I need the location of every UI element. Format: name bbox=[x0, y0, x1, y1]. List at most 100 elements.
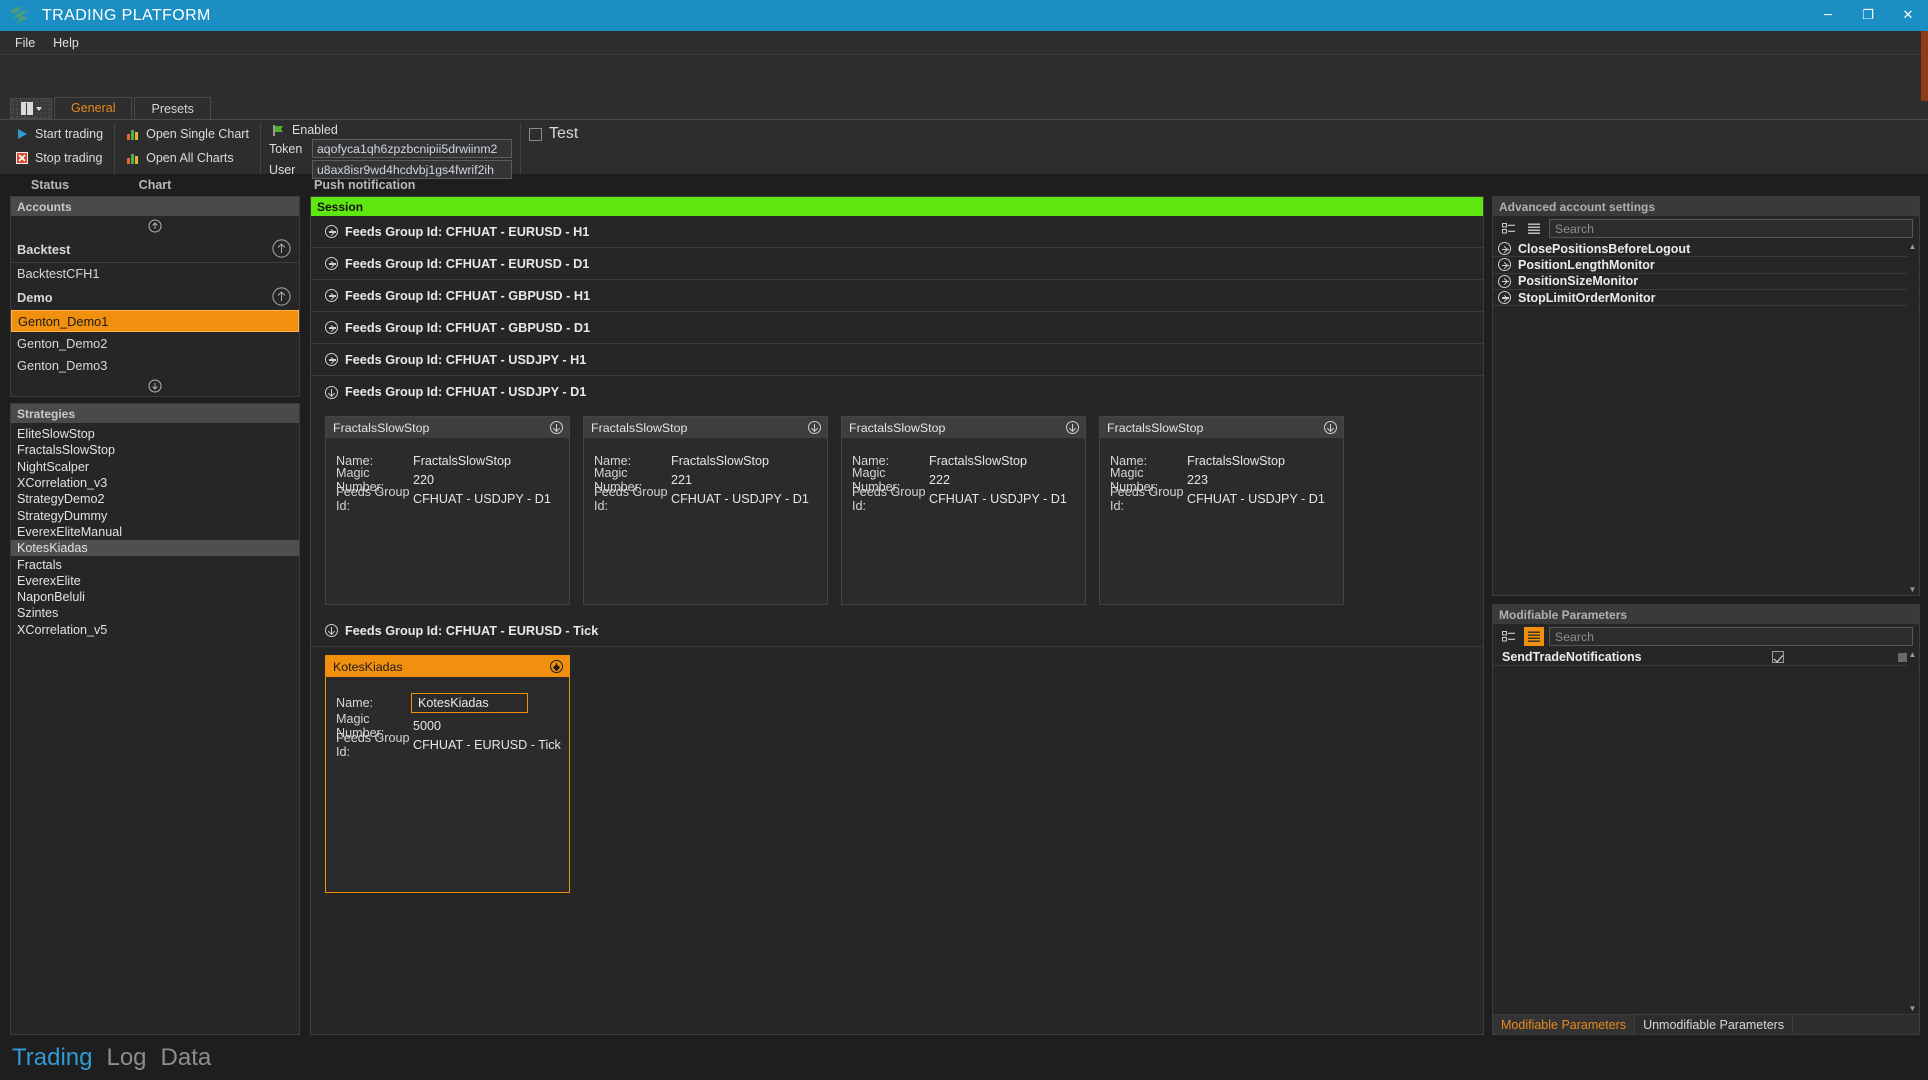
account-item-genton-demo3[interactable]: Genton_Demo3 bbox=[11, 354, 299, 376]
strategy-item[interactable]: NaponBeluli bbox=[11, 589, 299, 605]
modifiable-search-input[interactable] bbox=[1549, 627, 1913, 646]
open-chart-arrow-icon[interactable] bbox=[272, 239, 291, 261]
open-all-charts-button[interactable]: Open All Charts bbox=[123, 147, 252, 169]
close-button[interactable]: ✕ bbox=[1888, 0, 1928, 31]
open-single-chart-button[interactable]: Open Single Chart bbox=[123, 123, 252, 145]
strategy-card-koteskiadas[interactable]: KotesKiadas Name: KotesKiadas Magic Numb… bbox=[325, 655, 570, 893]
strategy-card-body: Name: FractalsSlowStop Magic Number: 221… bbox=[584, 438, 827, 604]
category-view-icon[interactable] bbox=[1499, 219, 1519, 238]
strategy-item[interactable]: StrategyDemo2 bbox=[11, 491, 299, 507]
minimize-button[interactable]: ─ bbox=[1808, 0, 1848, 31]
scroll-up-icon[interactable]: ▲ bbox=[1907, 649, 1918, 660]
tab-presets[interactable]: Presets bbox=[134, 97, 211, 119]
bottom-tab-data[interactable]: Data bbox=[161, 1044, 212, 1072]
strategy-card-header[interactable]: FractalsSlowStop bbox=[1100, 417, 1343, 438]
collapse-down-icon[interactable] bbox=[550, 421, 563, 434]
feed-group-row[interactable]: Feeds Group Id: CFHUAT - GBPUSD - H1 bbox=[311, 280, 1483, 312]
stop-trading-button[interactable]: Stop trading bbox=[12, 147, 106, 169]
account-item-backtest[interactable]: Backtest bbox=[11, 236, 299, 262]
collapse-down-icon[interactable] bbox=[325, 624, 338, 637]
strategy-item-koteskiadas[interactable]: KotesKiadas bbox=[11, 540, 299, 557]
token-input[interactable] bbox=[311, 139, 512, 158]
advanced-vertical-scrollbar[interactable]: ▲ ▼ bbox=[1907, 241, 1918, 595]
collapse-down-icon[interactable] bbox=[808, 421, 821, 434]
test-checkbox[interactable] bbox=[528, 127, 542, 141]
collapse-down-icon[interactable] bbox=[1066, 421, 1079, 434]
expand-right-icon[interactable] bbox=[325, 289, 338, 302]
expand-right-icon[interactable] bbox=[325, 321, 338, 334]
advanced-setting-row[interactable]: StopLimitOrderMonitor bbox=[1493, 290, 1919, 307]
start-trading-button[interactable]: Start trading bbox=[12, 123, 106, 145]
account-item-demo[interactable]: Demo bbox=[11, 284, 299, 310]
strategy-card[interactable]: FractalsSlowStop Name: FractalsSlowStop … bbox=[583, 416, 828, 605]
advanced-setting-row[interactable]: PositionLengthMonitor bbox=[1493, 257, 1919, 274]
window-scroll-indicator[interactable] bbox=[1921, 31, 1928, 101]
strategy-item[interactable]: NightScalper bbox=[11, 459, 299, 475]
scroll-down-icon[interactable]: ▼ bbox=[1907, 1003, 1918, 1014]
feed-group-row[interactable]: Feeds Group Id: CFHUAT - EURUSD - D1 bbox=[311, 248, 1483, 280]
strategy-card[interactable]: FractalsSlowStop Name: FractalsSlowStop … bbox=[1099, 416, 1344, 605]
advanced-search-input[interactable] bbox=[1549, 219, 1913, 238]
collapse-down-icon[interactable] bbox=[550, 660, 563, 673]
bottom-tab-log[interactable]: Log bbox=[106, 1044, 146, 1072]
account-item-backtestcfh1[interactable]: BacktestCFH1 bbox=[11, 262, 299, 284]
bottom-tab-trading[interactable]: Trading bbox=[12, 1044, 92, 1072]
parameter-row[interactable]: SendTradeNotifications bbox=[1493, 649, 1919, 666]
accounts-scroll-up-button[interactable] bbox=[11, 216, 299, 236]
push-enabled-toggle[interactable]: Enabled bbox=[269, 123, 512, 137]
strategy-item[interactable]: XCorrelation_v3 bbox=[11, 475, 299, 491]
tab-modifiable-parameters[interactable]: Modifiable Parameters bbox=[1493, 1015, 1636, 1034]
open-chart-arrow-icon[interactable] bbox=[272, 287, 291, 309]
menu-item-file[interactable]: File bbox=[6, 33, 44, 53]
quick-access-menu-button[interactable] bbox=[10, 98, 52, 119]
maximize-button[interactable]: ❐ bbox=[1848, 0, 1888, 31]
strategy-item[interactable]: StrategyDummy bbox=[11, 507, 299, 523]
feed-group-row-tick[interactable]: Feeds Group Id: CFHUAT - EURUSD - Tick bbox=[311, 615, 1483, 647]
expand-right-icon[interactable] bbox=[325, 257, 338, 270]
tab-unmodifiable-parameters[interactable]: Unmodifiable Parameters bbox=[1635, 1015, 1794, 1034]
feed-group-row-expanded[interactable]: Feeds Group Id: CFHUAT - USDJPY - D1 bbox=[311, 376, 1483, 408]
strategy-item[interactable]: Szintes bbox=[11, 605, 299, 621]
test-checkbox-row[interactable]: Test bbox=[528, 123, 578, 145]
advanced-setting-row[interactable]: ClosePositionsBeforeLogout bbox=[1493, 241, 1919, 258]
advanced-setting-row[interactable]: PositionSizeMonitor bbox=[1493, 274, 1919, 290]
scroll-up-icon[interactable]: ▲ bbox=[1907, 241, 1918, 252]
strategy-card[interactable]: FractalsSlowStop Name: FractalsSlowStop … bbox=[841, 416, 1086, 605]
list-view-icon[interactable] bbox=[1524, 627, 1544, 646]
collapse-down-icon[interactable] bbox=[325, 385, 338, 399]
scroll-down-icon[interactable]: ▼ bbox=[1907, 584, 1918, 595]
strategy-card[interactable]: FractalsSlowStop Name: FractalsSlowStop … bbox=[325, 416, 570, 605]
expand-right-icon[interactable] bbox=[1498, 258, 1511, 272]
expand-right-icon[interactable] bbox=[1498, 242, 1511, 256]
modifiable-vertical-scrollbar[interactable]: ▲ ▼ bbox=[1907, 649, 1918, 1014]
expand-right-icon[interactable] bbox=[1498, 291, 1511, 305]
strategy-card-header[interactable]: FractalsSlowStop bbox=[584, 417, 827, 438]
account-item-genton-demo2[interactable]: Genton_Demo2 bbox=[11, 332, 299, 354]
card-name-input[interactable]: KotesKiadas bbox=[411, 693, 528, 713]
expand-right-icon[interactable] bbox=[325, 225, 338, 238]
parameter-checkbox[interactable] bbox=[1772, 651, 1784, 663]
strategy-card-header[interactable]: FractalsSlowStop bbox=[326, 417, 569, 438]
expand-right-icon[interactable] bbox=[1498, 274, 1511, 288]
feed-group-label: Feeds Group Id: CFHUAT - EURUSD - Tick bbox=[345, 623, 599, 638]
collapse-down-icon[interactable] bbox=[1324, 421, 1337, 434]
strategy-card-header[interactable]: FractalsSlowStop bbox=[842, 417, 1085, 438]
feed-group-row[interactable]: Feeds Group Id: CFHUAT - EURUSD - H1 bbox=[311, 216, 1483, 248]
feed-group-row[interactable]: Feeds Group Id: CFHUAT - GBPUSD - D1 bbox=[311, 312, 1483, 344]
feed-group-row[interactable]: Feeds Group Id: CFHUAT - USDJPY - H1 bbox=[311, 344, 1483, 376]
expand-right-icon[interactable] bbox=[325, 353, 338, 366]
parameter-value-cell[interactable] bbox=[1658, 651, 1898, 663]
tab-general[interactable]: General bbox=[54, 97, 133, 119]
strategy-card-header[interactable]: KotesKiadas bbox=[326, 656, 569, 677]
strategy-item[interactable]: EliteSlowStop bbox=[11, 426, 299, 442]
category-view-icon[interactable] bbox=[1499, 627, 1519, 646]
strategy-item[interactable]: EverexElite bbox=[11, 573, 299, 589]
strategy-item[interactable]: EverexEliteManual bbox=[11, 524, 299, 540]
strategy-item[interactable]: FractalsSlowStop bbox=[11, 442, 299, 458]
strategy-item[interactable]: Fractals bbox=[11, 556, 299, 572]
list-view-icon[interactable] bbox=[1524, 219, 1544, 238]
strategy-item[interactable]: XCorrelation_v5 bbox=[11, 622, 299, 638]
accounts-scroll-down-button[interactable] bbox=[11, 376, 299, 396]
menu-item-help[interactable]: Help bbox=[44, 33, 88, 53]
account-item-genton-demo1[interactable]: Genton_Demo1 bbox=[11, 310, 299, 332]
